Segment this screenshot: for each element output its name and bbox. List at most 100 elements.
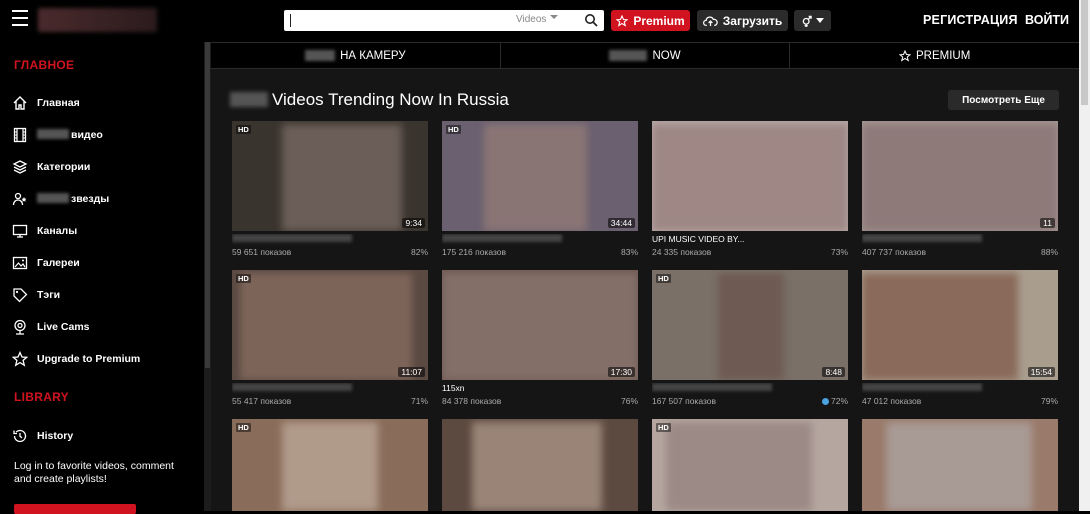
video-card[interactable]: HD	[232, 419, 428, 511]
category-tabs: НА КАМЕРУ NOW PREMIUM	[211, 42, 1080, 69]
search-scope-select[interactable]: Videos	[516, 14, 558, 25]
view-count: 84 378 показов	[442, 396, 502, 406]
rating-value: 88%	[1040, 247, 1058, 257]
video-thumbnail[interactable]: HD 34:44	[442, 121, 638, 231]
sidebar-scrollbar[interactable]	[204, 42, 211, 511]
history-icon	[13, 429, 27, 443]
premium-button[interactable]: Premium	[611, 10, 690, 31]
video-card[interactable]: 11 407 737 показов 88%	[862, 121, 1058, 257]
video-thumbnail[interactable]: 11	[862, 121, 1058, 231]
star-icon	[12, 351, 28, 367]
video-card[interactable]: HD 34:44 175 216 показов 83%	[442, 121, 638, 257]
rating-value: 72%	[830, 396, 848, 406]
blurred-title	[862, 234, 982, 242]
upload-button[interactable]: Загрузить	[697, 10, 788, 31]
video-thumbnail[interactable]: HD	[652, 419, 848, 511]
sidebar-item-label: Категории	[37, 161, 91, 173]
cloud-upload-icon	[702, 15, 718, 26]
video-title[interactable]: UPI MUSIC VIDEO BY...	[652, 234, 848, 245]
video-card[interactable]: UPI MUSIC VIDEO BY... 24 335 показов 73%	[652, 121, 848, 257]
tab-premium[interactable]: PREMIUM	[790, 42, 1080, 68]
video-thumbnail[interactable]	[862, 419, 1058, 511]
video-meta: 24 335 показов 73%	[652, 247, 848, 257]
sidebar-item-upgrade[interactable]: Upgrade to Premium	[12, 351, 140, 367]
video-card[interactable]: HD 11:07 55 417 показов 71%	[232, 270, 428, 406]
rating-value: 76%	[620, 396, 638, 406]
video-card[interactable]: HD 8:48 167 507 показов 72%	[652, 270, 848, 406]
sidebar-item-stars[interactable]: звезды	[12, 191, 109, 207]
video-title[interactable]	[232, 383, 428, 394]
tab-label: NOW	[652, 49, 681, 62]
video-meta: 84 378 показов 76%	[442, 396, 638, 406]
view-count: 407 737 показов	[862, 247, 926, 257]
video-title[interactable]: 115xn	[442, 383, 638, 394]
sidebar-item-galleries[interactable]: Галереи	[12, 255, 80, 271]
video-meta: 407 737 показов 88%	[862, 247, 1058, 257]
video-meta: 59 651 показов 82%	[232, 247, 428, 257]
rating-value: 71%	[410, 396, 428, 406]
video-thumbnail[interactable]: 17:30	[442, 270, 638, 380]
video-thumbnail[interactable]: HD 8:48	[652, 270, 848, 380]
rating-group: 72%	[821, 396, 848, 406]
video-card[interactable]: HD 9:34 59 651 показов 82%	[232, 121, 428, 257]
top-bar: Videos Premium Загрузить РЕГИСТРАЦИЯ ВОЙ…	[0, 0, 1090, 42]
page-scrollbar[interactable]	[1079, 0, 1090, 511]
menu-icon[interactable]	[12, 10, 28, 26]
film-icon	[13, 127, 27, 143]
section-title: Videos Trending Now In Russia	[230, 90, 509, 110]
video-card[interactable]	[862, 419, 1058, 511]
search-icon[interactable]	[584, 13, 598, 27]
sidebar-item-channels[interactable]: Каналы	[12, 223, 77, 239]
hd-badge: HD	[236, 423, 251, 432]
rating-group: 76%	[621, 396, 638, 406]
sidebar-item-label: Каналы	[37, 225, 78, 237]
video-thumbnail[interactable]	[652, 121, 848, 231]
sidebar-item-home[interactable]: Главная	[12, 95, 80, 111]
video-card[interactable]: 17:30 115xn 84 378 показов 76%	[442, 270, 638, 406]
video-thumbnail[interactable]	[442, 419, 638, 511]
gender-select-button[interactable]	[794, 10, 831, 31]
sidebar-item-tags[interactable]: Тэги	[12, 287, 60, 303]
tab-cam[interactable]: НА КАМЕРУ	[211, 42, 501, 68]
rating-group: 82%	[411, 247, 428, 257]
see-more-button[interactable]: Посмотреть Еще	[948, 90, 1059, 110]
sidebar-main-heading: ГЛАВНОЕ	[14, 58, 75, 72]
hd-badge: HD	[656, 423, 671, 432]
monitor-icon	[12, 224, 28, 238]
upload-label: Загрузить	[722, 13, 783, 28]
login-button[interactable]	[14, 504, 136, 514]
blurred-title	[652, 383, 772, 391]
video-thumbnail[interactable]: 15:54	[862, 270, 1058, 380]
duration-badge: 34:44	[607, 218, 635, 228]
video-title[interactable]	[862, 234, 1058, 245]
video-card[interactable]: 15:54 47 012 показов 79%	[862, 270, 1058, 406]
sidebar-item-history[interactable]: History	[12, 428, 73, 444]
video-title[interactable]	[862, 383, 1058, 394]
tab-label: PREMIUM	[916, 49, 971, 62]
video-thumbnail[interactable]: HD 11:07	[232, 270, 428, 380]
tab-now[interactable]: NOW	[500, 42, 791, 68]
sidebar-item-categories[interactable]: Категории	[12, 159, 90, 175]
hd-badge: HD	[236, 274, 251, 283]
rating-group: 79%	[1041, 396, 1058, 406]
rating-group: 71%	[411, 396, 428, 406]
login-message: Log in to favorite videos, comment and c…	[14, 460, 174, 485]
duration-badge: 8:48	[822, 367, 845, 377]
video-title-text: UPI MUSIC VIDEO BY...	[652, 234, 745, 244]
video-title[interactable]	[652, 383, 848, 394]
video-title[interactable]	[232, 234, 428, 245]
logo[interactable]	[38, 8, 157, 32]
login-link[interactable]: ВОЙТИ	[1025, 13, 1069, 27]
video-card[interactable]	[442, 419, 638, 511]
video-card[interactable]: HD	[652, 419, 848, 511]
register-link[interactable]: РЕГИСТРАЦИЯ	[923, 13, 1018, 27]
sidebar-item-label: Тэги	[37, 289, 61, 301]
video-title[interactable]	[442, 234, 638, 245]
video-thumbnail[interactable]: HD 9:34	[232, 121, 428, 231]
search-input[interactable]: Videos	[284, 10, 604, 31]
sidebar-item-live-cams[interactable]: Live Cams	[12, 319, 90, 335]
sidebar-item-videos[interactable]: видео	[12, 127, 103, 143]
video-thumbnail[interactable]: HD	[232, 419, 428, 511]
rating-group: 83%	[621, 247, 638, 257]
stars-icon	[12, 192, 27, 206]
